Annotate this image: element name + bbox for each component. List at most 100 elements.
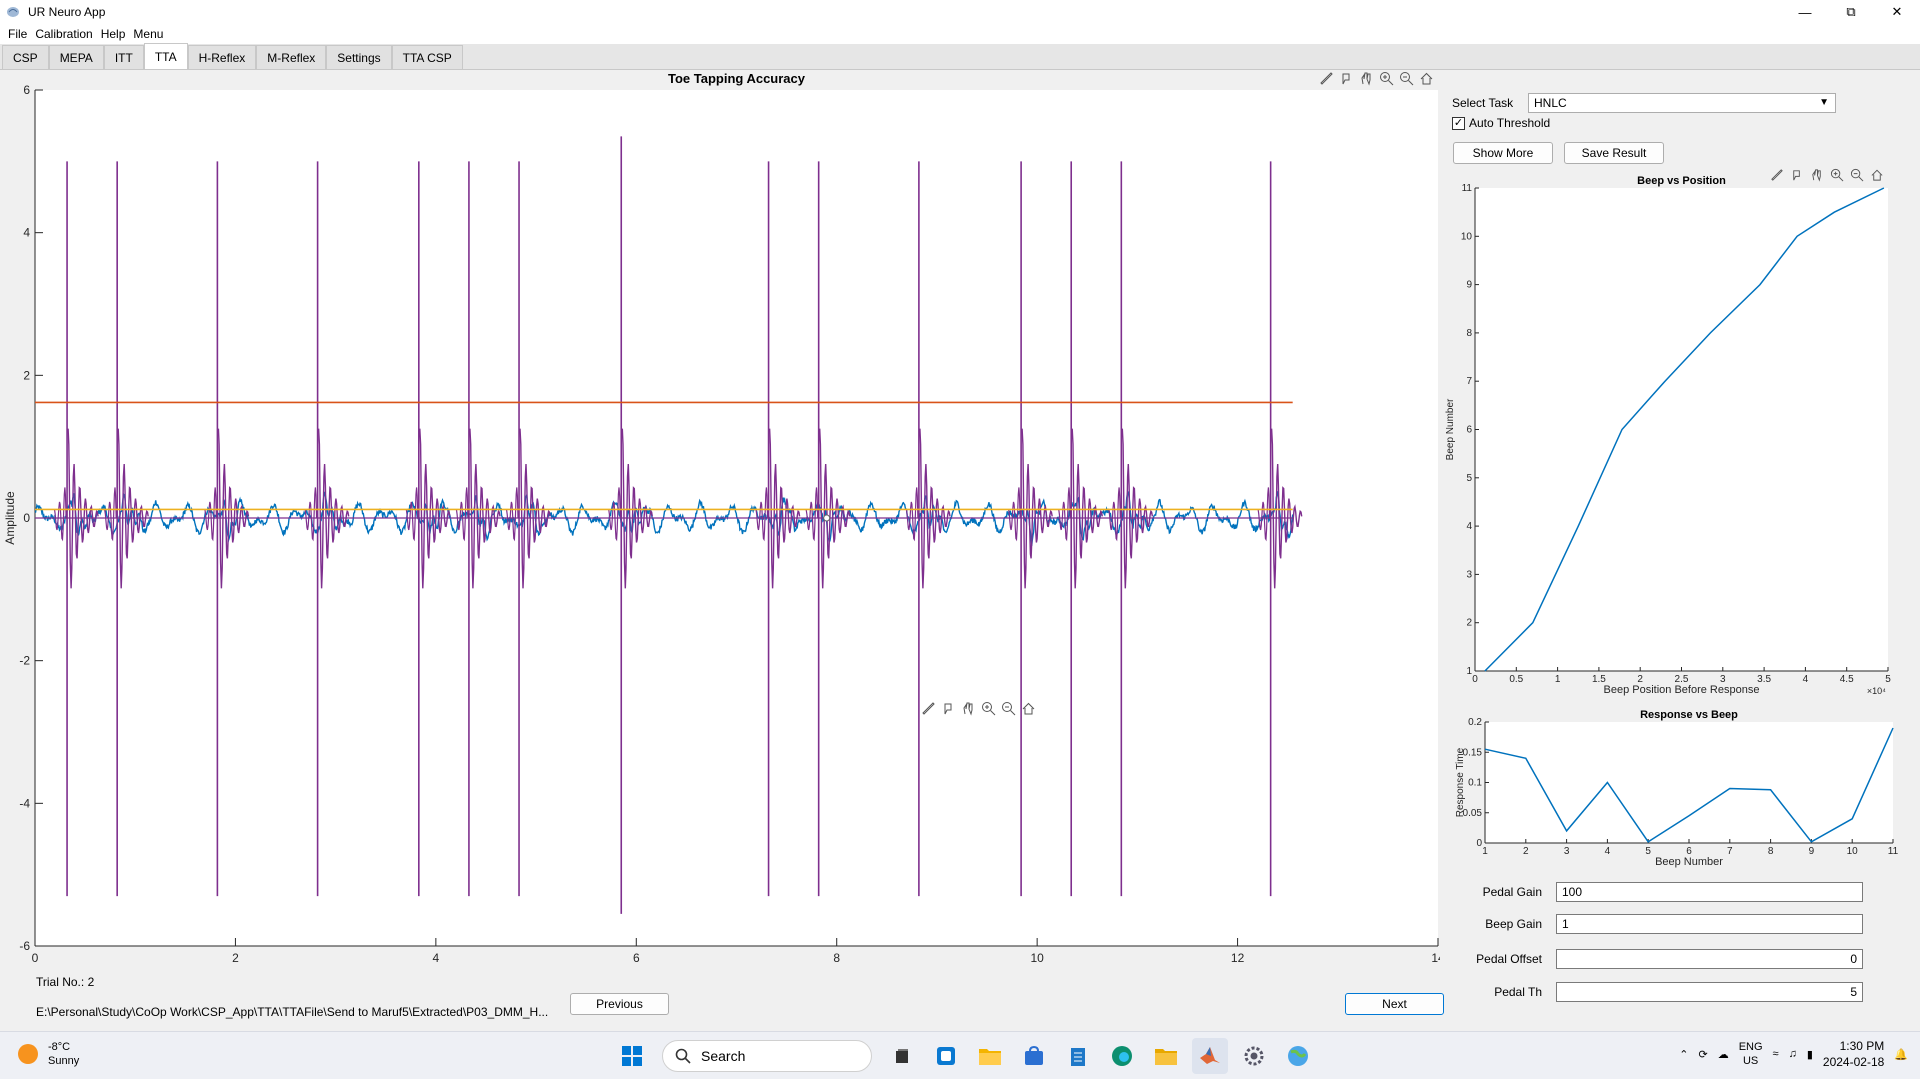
pedal-gain-input[interactable]: 100	[1556, 882, 1863, 902]
minimize-icon[interactable]: —	[1782, 0, 1828, 24]
matlab-icon[interactable]	[1192, 1038, 1228, 1074]
beep-gain-input[interactable]: 1	[1556, 914, 1863, 934]
x-tick-label: 4	[433, 951, 440, 962]
tab-itt[interactable]: ITT	[103, 45, 144, 69]
brush-icon[interactable]	[1318, 70, 1335, 87]
right-charts[interactable]: 0 0.5 1 1.5 2 2.5 3 3.5 4 4.5 51234567891011Beep v…	[1440, 160, 1900, 880]
edge-icon[interactable]	[1104, 1038, 1140, 1074]
folder-icon[interactable]	[1148, 1038, 1184, 1074]
widgets-icon[interactable]	[928, 1038, 964, 1074]
clock-time: 1:30 PM	[1839, 1039, 1885, 1053]
home-icon[interactable]	[1020, 700, 1037, 717]
start-icon[interactable]	[614, 1038, 650, 1074]
response-beep-x-tick-label: 5	[1645, 846, 1651, 857]
tab-tta[interactable]: TTA	[143, 43, 188, 69]
auto-threshold-checkbox[interactable]: ✓ Auto Threshold	[1452, 116, 1550, 130]
clock[interactable]: 1:30 PM 2024-02-18	[1823, 1038, 1884, 1070]
weather-desc: Sunny	[48, 1055, 80, 1067]
x-tick-label: 12	[1231, 951, 1245, 962]
tab-mepa[interactable]: MEPA	[48, 45, 104, 69]
settings-gear-icon[interactable]	[1236, 1038, 1272, 1074]
pan-icon[interactable]	[1358, 70, 1375, 87]
close-icon[interactable]: ✕	[1874, 0, 1920, 24]
language-indicator[interactable]: ENG US	[1739, 1040, 1763, 1068]
data-tip-icon[interactable]	[1788, 166, 1805, 183]
tab-h-reflex[interactable]: H-Reflex	[187, 45, 257, 69]
zoom-out-icon[interactable]	[1398, 70, 1415, 87]
previous-button[interactable]: Previous	[570, 993, 669, 1015]
wifi-icon[interactable]: ≈	[1773, 1048, 1779, 1060]
home-icon[interactable]	[1868, 166, 1885, 183]
zoom-out-icon[interactable]	[1000, 700, 1017, 717]
beep-position-x-tick-label: 4.5	[1840, 674, 1854, 685]
menu-help[interactable]: Help	[97, 27, 130, 41]
task-dropdown-value: HNLC	[1534, 96, 1567, 110]
tab-settings[interactable]: Settings	[326, 45, 392, 69]
response-beep-y-label: Response Time	[1455, 747, 1466, 817]
data-tip-icon[interactable]	[940, 700, 957, 717]
brush-icon[interactable]	[920, 700, 937, 717]
pedal-gain-label: Pedal Gain	[1482, 885, 1542, 899]
store-icon[interactable]	[1016, 1038, 1052, 1074]
response-beep-x-tick-label: 4	[1605, 846, 1611, 857]
tab-m-reflex[interactable]: M-Reflex	[256, 45, 327, 69]
y-tick-label: -6	[19, 939, 30, 953]
beep-position-x-tick-label: 0.5	[1509, 674, 1523, 685]
x-tick-label: 0	[32, 951, 39, 962]
response-beep-y-tick-label: 0.2	[1468, 717, 1482, 728]
toe-tapping-chart[interactable]: 0 2 4 6 8 10 12 14 -6 -4 -2 0 2 4 6 Toe Tapping Accurac…	[0, 70, 1440, 962]
menu-file[interactable]: File	[4, 27, 31, 41]
pedal-th-input[interactable]: 5	[1556, 982, 1863, 1002]
x-tick-label: 8	[833, 951, 840, 962]
pan-icon[interactable]	[960, 700, 977, 717]
sync-icon[interactable]: ⟳	[1698, 1048, 1707, 1061]
menu-menu[interactable]: Menu	[129, 27, 167, 41]
tab-csp[interactable]: CSP	[2, 45, 49, 69]
beep-position-y-tick-label: 10	[1461, 231, 1473, 242]
beep-position-y-tick-label: 6	[1466, 425, 1472, 436]
checkbox-checked-icon[interactable]: ✓	[1452, 116, 1465, 130]
y-tick-label: -2	[19, 654, 30, 668]
brush-icon[interactable]	[1768, 166, 1785, 183]
pan-icon[interactable]	[1808, 166, 1825, 183]
task-dropdown[interactable]: HNLC ▼	[1528, 93, 1836, 113]
zoom-in-icon[interactable]	[1378, 70, 1395, 87]
main-axes-toolbar	[1318, 70, 1435, 87]
lang-top: ENG	[1738, 1041, 1763, 1053]
tab-tta-csp[interactable]: TTA CSP	[391, 45, 463, 69]
main-plot-panel: 0 2 4 6 8 10 12 14 -6 -4 -2 0 2 4 6 Toe Tapping Accurac…	[0, 70, 1440, 962]
beep-gain-value: 1	[1562, 917, 1569, 931]
beep-position-title: Beep vs Position	[1637, 175, 1726, 187]
chevron-up-icon[interactable]: ⌃	[1679, 1048, 1688, 1061]
notification-bell-icon[interactable]: 🔔	[1894, 1048, 1908, 1061]
taskbar-search-input[interactable]: Search	[662, 1040, 872, 1072]
next-button[interactable]: Next	[1345, 993, 1444, 1015]
volume-icon[interactable]: ♫	[1789, 1048, 1797, 1060]
pedal-offset-label: Pedal Offset	[1476, 952, 1542, 966]
pedal-th-label: Pedal Th	[1494, 985, 1542, 999]
zoom-out-icon[interactable]	[1848, 166, 1865, 183]
zoom-in-icon[interactable]	[980, 700, 997, 717]
home-icon[interactable]	[1418, 70, 1435, 87]
pedal-offset-input[interactable]: 0	[1556, 949, 1863, 969]
zoom-in-icon[interactable]	[1828, 166, 1845, 183]
cloud-icon[interactable]: ☁	[1718, 1048, 1729, 1061]
battery-icon[interactable]: ▮	[1807, 1048, 1813, 1061]
window-title: UR Neuro App	[28, 5, 106, 19]
globe-app-icon[interactable]	[1280, 1038, 1316, 1074]
response-beep-background	[1485, 722, 1893, 843]
task-view-icon[interactable]	[884, 1038, 920, 1074]
response-beep-x-tick-label: 9	[1809, 846, 1815, 857]
file-explorer-icon[interactable]	[972, 1038, 1008, 1074]
response-beep-x-tick-label: 1	[1482, 846, 1488, 857]
beep-position-y-tick-label: 2	[1466, 618, 1472, 629]
y-axis-label: Amplitude	[3, 491, 17, 545]
menu-calibration[interactable]: Calibration	[31, 27, 96, 41]
beep-position-y-tick-label: 9	[1466, 280, 1472, 291]
trial-number-label: Trial No.: 2	[36, 975, 95, 989]
data-tip-icon[interactable]	[1338, 70, 1355, 87]
restore-icon[interactable]: ⧉	[1828, 0, 1874, 24]
weather-widget[interactable]: -8°C Sunny	[18, 1040, 79, 1068]
notepad-icon[interactable]	[1060, 1038, 1096, 1074]
lang-bottom: US	[1742, 1055, 1759, 1067]
